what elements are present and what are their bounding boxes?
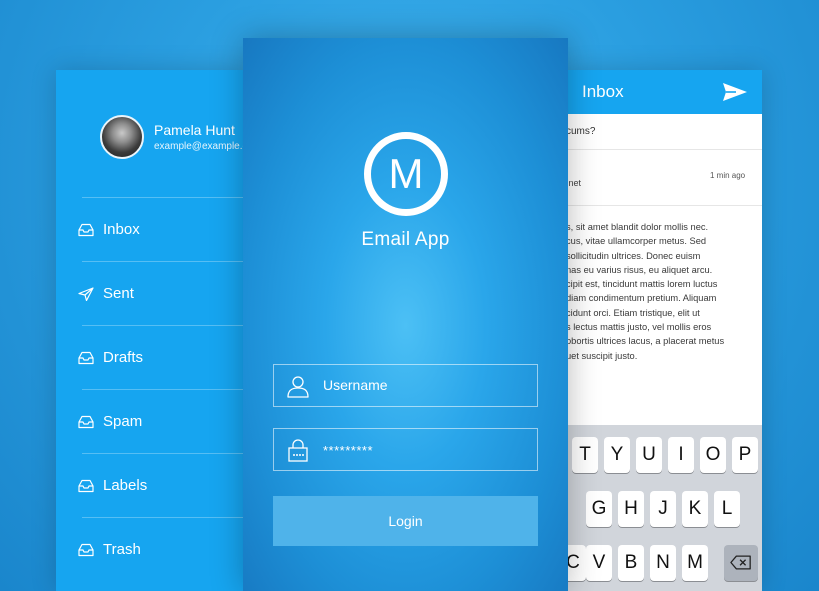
send-icon[interactable]	[722, 81, 748, 103]
key-o[interactable]: O	[700, 437, 726, 473]
sidebar-item-drafts[interactable]: Drafts	[78, 325, 246, 389]
email-time: 1 min ago	[710, 171, 746, 180]
sidebar-item-label: Sent	[103, 285, 134, 302]
key-delete[interactable]	[724, 545, 758, 581]
sidebar-item-label: Inbox	[103, 221, 140, 238]
body-line: diam condimentum pretium. Aliquam	[566, 293, 717, 304]
profile-name: Pamela Hunt	[154, 122, 235, 138]
sidebar-item-sent[interactable]: Sent	[78, 261, 246, 325]
sidebar-item-inbox[interactable]: Inbox	[78, 197, 246, 261]
sidebar-item-label: Labels	[103, 477, 148, 494]
key-p[interactable]: P	[732, 437, 758, 473]
sidebar-item-spam[interactable]: Spam	[78, 389, 246, 453]
key-y[interactable]: Y	[604, 437, 630, 473]
key-b[interactable]: B	[618, 545, 644, 581]
body-line: obortis ultrices lacus, a placerat metus	[566, 336, 725, 347]
key-c[interactable]: C	[566, 545, 586, 581]
body-line: nas eu varius risus, eu aliquet arcu.	[566, 264, 713, 275]
email-meta: .net 1 min ago	[566, 150, 762, 206]
inbox-header: Inbox	[566, 70, 762, 114]
sidebar-item-label: Trash	[103, 541, 141, 558]
key-j[interactable]: J	[650, 491, 676, 527]
key-u[interactable]: U	[636, 437, 662, 473]
keyboard: T Y U I O P G H J K L C V B N M	[566, 425, 762, 591]
sidebar-item-trash[interactable]: Trash	[78, 517, 246, 581]
sidebar-item-labels[interactable]: Labels	[78, 453, 246, 517]
inbox-screen: Inbox cums? .net 1 min ago s, sit amet b…	[566, 70, 762, 591]
backspace-icon	[730, 555, 751, 570]
sidebar-menu: Inbox Sent Drafts Spam Labels Trash	[56, 197, 246, 581]
body-line: cipit est, tincidunt mattis lorem luctus	[566, 279, 718, 290]
password-value: *********	[323, 443, 374, 458]
login-screen: M Email App Username ********* Login	[243, 38, 568, 591]
key-m[interactable]: M	[682, 545, 708, 581]
key-g[interactable]: G	[586, 491, 612, 527]
paper-plane-icon	[78, 287, 94, 301]
app-name: Email App	[361, 229, 450, 250]
lock-icon	[288, 439, 308, 462]
key-v[interactable]: V	[586, 545, 612, 581]
key-t[interactable]: T	[572, 437, 598, 473]
inbox-tray-icon	[78, 223, 94, 237]
subject-line[interactable]: cums?	[566, 114, 762, 150]
email-from: .net	[566, 178, 582, 188]
spam-tray-icon	[78, 415, 94, 429]
sidebar-item-label: Drafts	[103, 349, 144, 366]
email-body: s, sit amet blandit dolor mollis nec. cu…	[566, 220, 752, 363]
sidebar-screen: Pamela Hunt example@example.com Inbox Se…	[56, 70, 246, 591]
username-field[interactable]: Username	[273, 364, 538, 407]
key-n[interactable]: N	[650, 545, 676, 581]
password-field[interactable]: *********	[273, 428, 538, 471]
key-h[interactable]: H	[618, 491, 644, 527]
drafts-tray-icon	[78, 351, 94, 365]
labels-tray-icon	[78, 479, 94, 493]
body-line: s, sit amet blandit dolor mollis nec.	[566, 222, 709, 232]
body-line: cus, vitae ullamcorper metus. Sed	[566, 236, 707, 247]
body-line: cidunt orci. Etiam tristique, elit ut	[566, 307, 700, 318]
profile-block[interactable]: Pamela Hunt example@example.com	[100, 115, 246, 161]
app-logo: M	[364, 132, 448, 216]
username-placeholder: Username	[323, 377, 388, 393]
key-l[interactable]: L	[714, 491, 740, 527]
key-i[interactable]: I	[668, 437, 694, 473]
user-icon	[287, 376, 309, 398]
body-line: s lectus mattis justo, vel mollis eros	[566, 322, 712, 333]
profile-email: example@example.com	[154, 141, 246, 152]
inbox-title: Inbox	[582, 82, 624, 101]
login-button[interactable]: Login	[273, 496, 538, 546]
sidebar-item-label: Spam	[103, 413, 143, 430]
subject-text: cums?	[566, 126, 596, 137]
body-line: sollicitudin ultrices. Donec euism	[566, 250, 701, 261]
body-line: uet suscipit justo.	[566, 350, 638, 361]
key-k[interactable]: K	[682, 491, 708, 527]
avatar[interactable]	[100, 115, 144, 159]
trash-tray-icon	[78, 543, 94, 557]
